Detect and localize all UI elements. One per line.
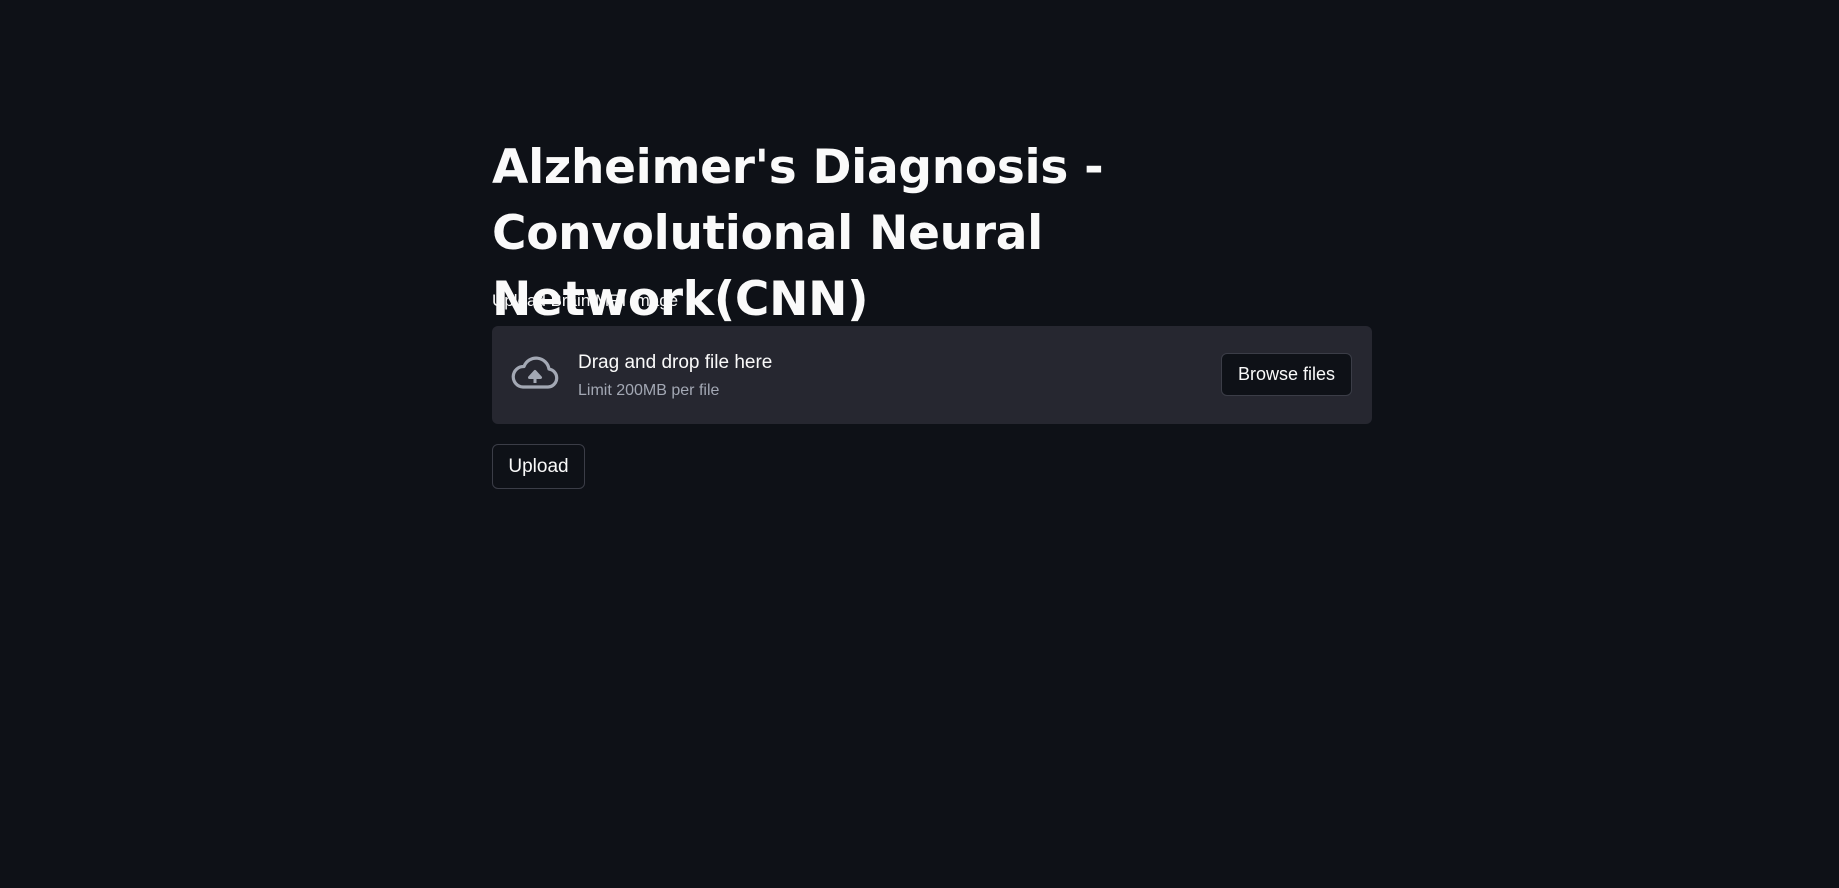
- drag-drop-text: Drag and drop file here: [578, 352, 773, 373]
- cloud-upload-icon: [511, 356, 559, 389]
- upload-button[interactable]: Upload: [492, 444, 585, 489]
- page-title-line-1: Alzheimer's Diagnosis -: [492, 140, 1104, 195]
- file-size-limit-text: Limit 200MB per file: [578, 382, 720, 399]
- browse-files-button[interactable]: Browse files: [1221, 353, 1352, 396]
- file-uploader-label: Upload Brain MRI Image: [492, 291, 679, 310]
- dropzone-instructions: Drag and drop file here Limit 200MB per …: [578, 350, 772, 401]
- file-dropzone[interactable]: Drag and drop file here Limit 200MB per …: [492, 326, 1372, 424]
